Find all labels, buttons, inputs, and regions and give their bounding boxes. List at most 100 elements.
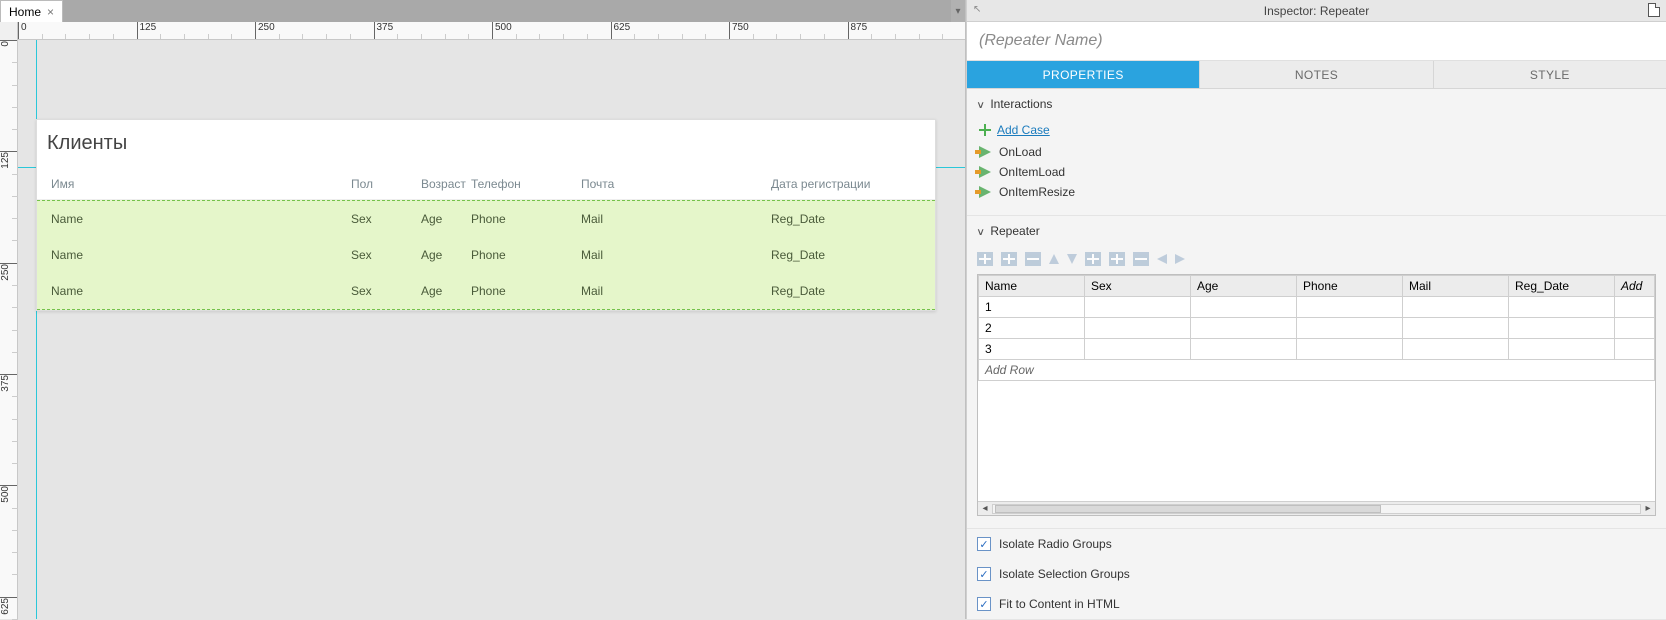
dataset-column-header[interactable]: Mail (1403, 276, 1509, 297)
table-row[interactable]: NameSexAgePhoneMailReg_Date (37, 273, 935, 309)
inspector-tabs: PROPERTIES NOTES STYLE (967, 61, 1666, 89)
add-case-link[interactable]: Add Case (997, 123, 1050, 137)
chevron-down-icon (977, 97, 984, 111)
checkbox-icon[interactable] (977, 567, 991, 581)
dataset-cell[interactable] (1191, 339, 1297, 360)
canvas-area[interactable]: Клиенты Имя Пол Возраст Телефон Почта Да… (18, 40, 965, 619)
dataset-cell[interactable] (1297, 339, 1403, 360)
card-clients[interactable]: Клиенты Имя Пол Возраст Телефон Почта Да… (36, 119, 936, 311)
design-canvas-pane: Home × 01252503755006257508751000 012525… (0, 0, 966, 619)
ruler-vertical[interactable]: 0125250375500625 (0, 40, 18, 619)
cell-age: Age (421, 248, 471, 262)
cell-phone: Phone (471, 248, 581, 262)
dataset-row-index: 3 (979, 339, 1085, 360)
dataset-cell[interactable] (1509, 318, 1615, 339)
event-icon (979, 186, 991, 198)
delete-column-icon[interactable] (1025, 252, 1041, 266)
dataset-cell[interactable] (1297, 318, 1403, 339)
add-column-icon[interactable] (1109, 252, 1125, 266)
event-label: OnItemResize (999, 185, 1075, 199)
checkbox-isolate-radio[interactable]: Isolate Radio Groups (967, 529, 1666, 559)
dataset-cell[interactable] (1403, 297, 1509, 318)
move-left-icon[interactable] (1157, 254, 1167, 264)
dataset-cell[interactable] (1403, 339, 1509, 360)
checkbox-isolate-selection[interactable]: Isolate Selection Groups (967, 559, 1666, 589)
table-row[interactable]: NameSexAgePhoneMailReg_Date (37, 201, 935, 237)
section-header-repeater[interactable]: Repeater (967, 216, 1666, 246)
event-item[interactable]: OnItemLoad (979, 165, 1654, 179)
dataset-add-row[interactable]: Add Row (979, 360, 1655, 381)
checkbox-icon[interactable] (977, 537, 991, 551)
cell-mail: Mail (581, 284, 771, 298)
dataset-cell[interactable] (1191, 318, 1297, 339)
checkbox-label: Isolate Selection Groups (999, 567, 1130, 581)
dataset-cell[interactable] (1403, 318, 1509, 339)
move-right-icon[interactable] (1175, 254, 1185, 264)
dataset-cell[interactable] (1085, 297, 1191, 318)
event-label: OnItemLoad (999, 165, 1065, 179)
checkbox-fit-to-content[interactable]: Fit to Content in HTML (967, 589, 1666, 619)
dataset-cell[interactable] (1085, 339, 1191, 360)
dataset-cell[interactable] (1509, 297, 1615, 318)
cell-mail: Mail (581, 212, 771, 226)
section-repeater: Repeater NameSexAgePhoneMailReg_DateAdd1… (967, 216, 1666, 529)
checkbox-icon[interactable] (977, 597, 991, 611)
cell-mail: Mail (581, 248, 771, 262)
table-row[interactable]: NameSexAgePhoneMailReg_Date (37, 237, 935, 273)
dataset-column-header[interactable]: Reg_Date (1509, 276, 1615, 297)
delete-row-icon[interactable] (1133, 252, 1149, 266)
inspector-header: ↖ Inspector: Repeater (967, 0, 1666, 22)
close-icon[interactable]: × (47, 5, 54, 19)
dataset-column-header[interactable]: Age (1191, 276, 1297, 297)
dataset-cell[interactable] (1509, 339, 1615, 360)
card-title: Клиенты (37, 120, 935, 167)
table-headers: Имя Пол Возраст Телефон Почта Дата регис… (37, 167, 935, 200)
event-item[interactable]: OnItemResize (979, 185, 1654, 199)
insert-column-icon[interactable] (1001, 252, 1017, 266)
dataset-cell[interactable] (1085, 318, 1191, 339)
tab-properties[interactable]: PROPERTIES (967, 61, 1200, 88)
cell-name: Name (51, 212, 351, 226)
dataset-cell[interactable] (1297, 297, 1403, 318)
cell-sex: Sex (351, 212, 421, 226)
cell-name: Name (51, 248, 351, 262)
section-interactions: Interactions Add Case OnLoad OnItemLoad On… (967, 89, 1666, 216)
tab-notes[interactable]: NOTES (1200, 61, 1433, 88)
header-reg: Дата регистрации (771, 177, 921, 191)
dataset-column-header[interactable]: Sex (1085, 276, 1191, 297)
dataset-grid[interactable]: NameSexAgePhoneMailReg_DateAdd1 2 3 Add … (977, 274, 1656, 516)
cell-reg: Reg_Date (771, 212, 921, 226)
inspector-title: Inspector: Repeater (967, 4, 1666, 18)
add-case-button[interactable]: Add Case (977, 119, 1656, 145)
section-header-interactions[interactable]: Interactions (967, 89, 1666, 119)
dataset-column-header[interactable]: Name (979, 276, 1085, 297)
checkbox-label: Isolate Radio Groups (999, 537, 1112, 551)
checkbox-label: Fit to Content in HTML (999, 597, 1120, 611)
dataset-column-header[interactable]: Phone (1297, 276, 1403, 297)
header-name: Имя (51, 177, 351, 191)
new-page-icon[interactable] (1648, 3, 1660, 17)
move-down-icon[interactable] (1067, 254, 1077, 264)
ruler-horizontal[interactable]: 01252503755006257508751000 (0, 22, 965, 40)
add-row-icon[interactable] (1085, 252, 1101, 266)
dataset-cell[interactable] (1191, 297, 1297, 318)
cell-name: Name (51, 284, 351, 298)
repeater-widget[interactable]: NameSexAgePhoneMailReg_DateNameSexAgePho… (37, 200, 935, 310)
move-up-icon[interactable] (1049, 254, 1059, 264)
dataset-row[interactable]: 3 (979, 339, 1655, 360)
insert-row-icon[interactable] (977, 252, 993, 266)
header-sex: Пол (351, 177, 421, 191)
dataset-row-index: 2 (979, 318, 1085, 339)
dataset-add-column[interactable]: Add (1615, 276, 1655, 297)
dataset-row[interactable]: 1 (979, 297, 1655, 318)
page-tab-home[interactable]: Home × (0, 0, 63, 22)
scroll-right-button[interactable]: ▸ (1641, 502, 1655, 516)
tab-style[interactable]: STYLE (1434, 61, 1666, 88)
tabs-dropdown-button[interactable] (951, 0, 965, 22)
dataset-row[interactable]: 2 (979, 318, 1655, 339)
scroll-left-button[interactable]: ◂ (978, 502, 992, 516)
widget-name-input[interactable]: (Repeater Name) (967, 22, 1666, 61)
event-item[interactable]: OnLoad (979, 145, 1654, 159)
header-age: Возраст (421, 177, 471, 191)
dataset-horizontal-scrollbar[interactable]: ◂ ▸ (978, 501, 1655, 515)
